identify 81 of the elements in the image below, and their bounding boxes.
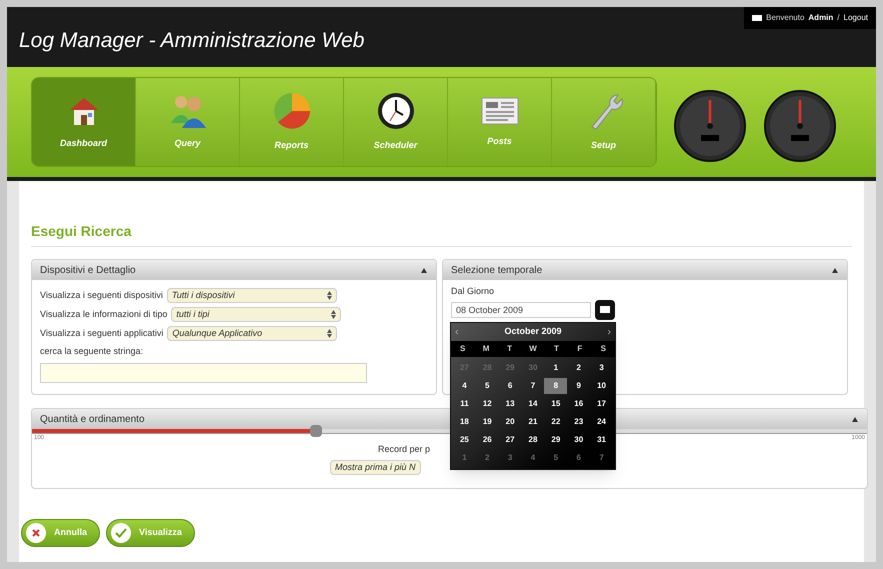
logout-link[interactable]: Logout [844, 12, 868, 24]
collapse-toggle[interactable] [851, 415, 859, 423]
date-field[interactable]: 08 October 2009 [451, 302, 591, 318]
calendar-day[interactable]: 15 [544, 396, 568, 412]
dropdown[interactable]: Tutti i dispositivi [166, 288, 337, 303]
updown-arrows-icon [326, 291, 332, 300]
calendar-day[interactable]: 29 [544, 432, 568, 448]
calendar-day[interactable]: 24 [590, 414, 613, 430]
mail-icon [752, 15, 762, 21]
nav-tab[interactable]: Dashboard [32, 78, 136, 166]
clock-icon [376, 91, 416, 132]
field-label: Visualizza le informazioni di tipo [40, 308, 168, 321]
calendar-day[interactable]: 5 [544, 450, 568, 466]
calendar-day[interactable]: 19 [476, 414, 499, 430]
calendar-day[interactable]: 20 [498, 414, 522, 430]
calendar-day[interactable]: 1 [544, 360, 568, 376]
panel-title: Selezione temporale [451, 264, 542, 278]
calendar-icon [600, 306, 610, 313]
weekday-label: T [506, 343, 513, 355]
calendar-day[interactable]: 27 [498, 432, 522, 448]
calendar-day[interactable]: 11 [453, 396, 476, 412]
app-title: Log Manager - Amministrazione Web [19, 28, 364, 54]
calendar-day[interactable]: 16 [567, 396, 590, 412]
calendar-button[interactable] [595, 300, 615, 320]
calendar-day[interactable]: 2 [567, 360, 590, 376]
calendar-day[interactable]: 6 [567, 450, 590, 466]
field-label: cerca la seguente stringa: [40, 345, 144, 358]
field-label: Visualizza i seguenti applicativi [40, 326, 164, 340]
calendar-day[interactable]: 31 [590, 432, 613, 448]
calendar-day[interactable]: 7 [522, 378, 544, 394]
check-icon [111, 523, 131, 543]
page-title: Esegui Ricerca [31, 221, 852, 247]
calendar-day[interactable]: 18 [453, 414, 476, 430]
updown-arrows-icon [327, 329, 332, 338]
calendar-day[interactable]: 7 [590, 450, 613, 466]
calendar-day[interactable]: 22 [544, 414, 568, 430]
newspaper-icon [480, 95, 520, 128]
panel-title: Dispositivi e Dettaglio [40, 264, 136, 278]
weekday-label: T [552, 343, 560, 355]
search-field[interactable] [40, 362, 367, 382]
user-link[interactable]: Admin [808, 12, 834, 24]
calendar-day[interactable]: 9 [567, 378, 590, 394]
slider-handle[interactable] [310, 425, 322, 437]
calendar-day[interactable]: 4 [453, 378, 476, 394]
calendar-day[interactable]: 14 [522, 396, 544, 412]
field-label: Dal Giorno [451, 285, 496, 298]
records-label: Record per p [378, 443, 430, 456]
field-label: Visualizza i seguenti dispositivi [40, 288, 163, 302]
close-icon [26, 523, 46, 543]
calendar-day[interactable]: 8 [544, 378, 568, 394]
weekday-label: F [576, 343, 584, 355]
calendar-day[interactable]: 21 [522, 414, 544, 430]
collapse-toggle[interactable] [420, 266, 428, 274]
collapse-toggle[interactable] [831, 266, 839, 274]
calendar-day[interactable]: 23 [567, 414, 590, 430]
calendar-day[interactable]: 3 [590, 360, 613, 376]
welcome-text: Benvenuto [766, 12, 804, 24]
order-dropdown[interactable]: Mostra prima i più N [330, 460, 421, 474]
dropdown[interactable]: Qualunque Applicativo [167, 326, 338, 341]
calendar-day[interactable]: 30 [567, 432, 590, 448]
next-month-button[interactable]: › [607, 324, 611, 340]
calendar-day[interactable]: 17 [590, 396, 613, 412]
calendar-day[interactable]: 28 [522, 432, 544, 448]
separator-text: / [837, 12, 840, 24]
calendar-day[interactable]: 12 [476, 396, 499, 412]
weekday-label: W [528, 343, 538, 355]
weekday-label: S [600, 343, 607, 355]
weekday-label: M [482, 343, 490, 355]
calendar-day[interactable]: 25 [453, 432, 476, 448]
calendar-day[interactable]: 10 [590, 378, 613, 394]
calendar-day[interactable]: 5 [476, 378, 499, 394]
updown-arrows-icon [331, 310, 336, 319]
weekday-label: S [459, 343, 466, 355]
pie-chart-icon [272, 91, 312, 132]
calendar-day[interactable]: 26 [476, 432, 499, 448]
dropdown[interactable]: tutti i tipi [171, 307, 342, 322]
calendar-day[interactable]: 13 [498, 396, 522, 412]
month-title: October 2009 [504, 325, 562, 338]
previous-month-button[interactable]: ‹ [455, 324, 459, 340]
panel-title: Quantità e ordinamento [40, 412, 145, 426]
calendar-day[interactable]: 6 [498, 378, 522, 394]
